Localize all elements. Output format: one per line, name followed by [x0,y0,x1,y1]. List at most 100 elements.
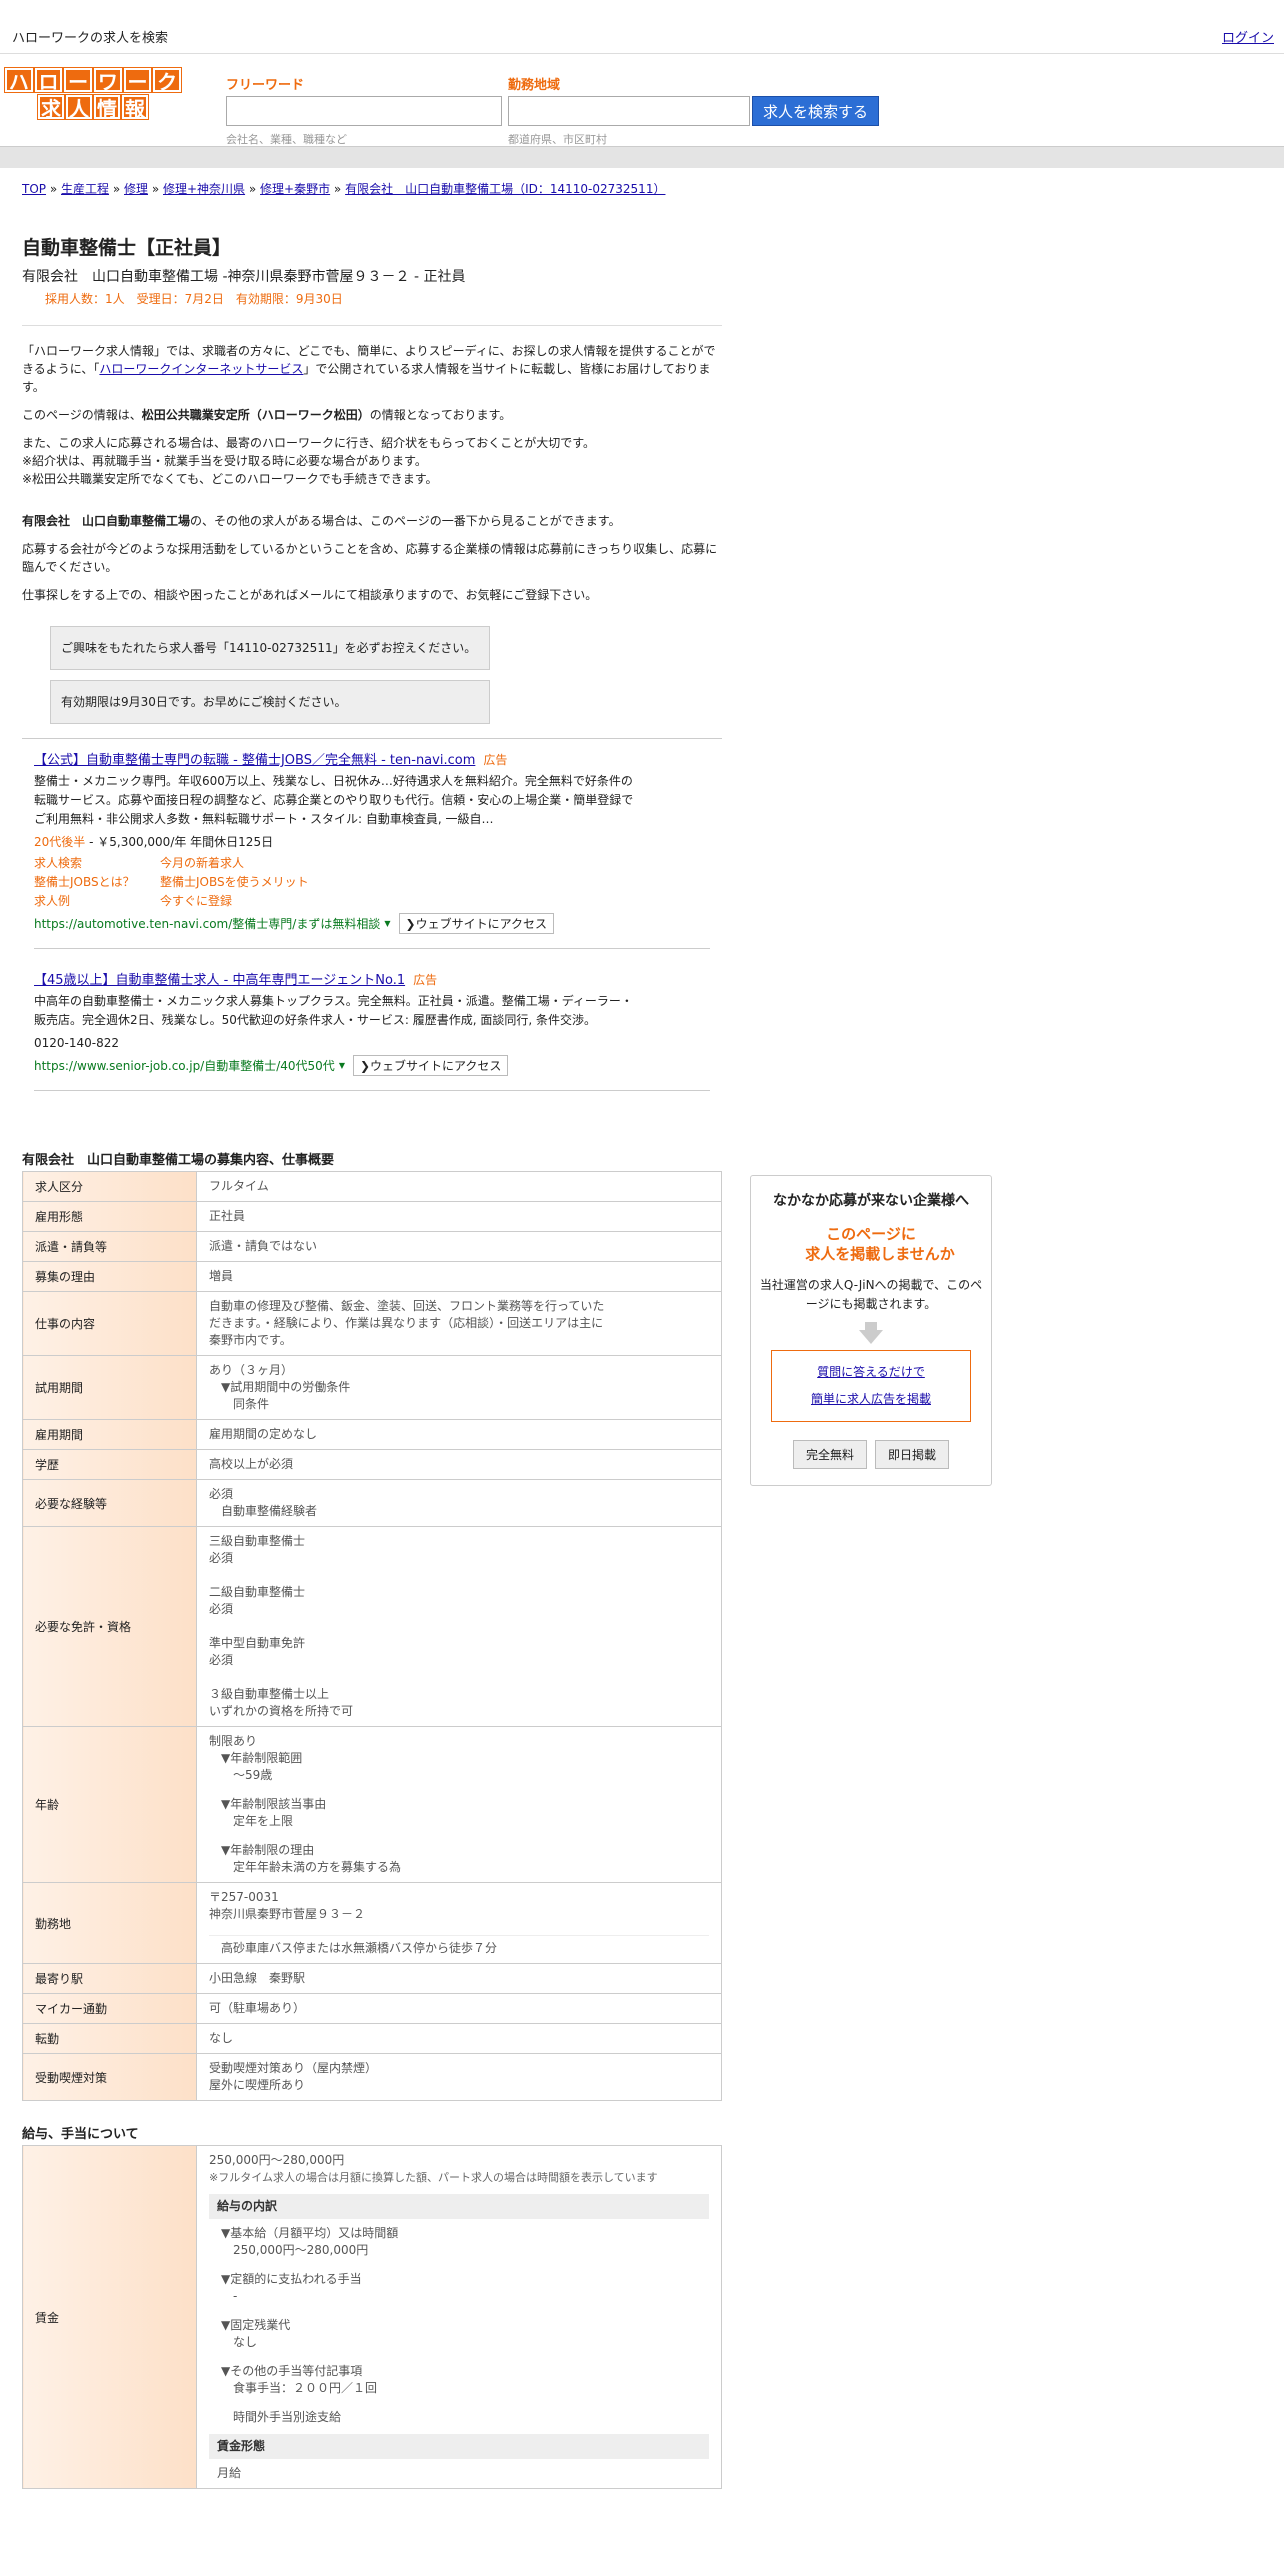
breadcrumb-current[interactable]: 有限会社 山口自動車整備工場（ID：14110-02732511） [345,182,665,196]
hellowork-logo[interactable]: ハローワーク 求人情報 [3,67,183,122]
table-row: 試用期間 あり（３ヶ月） ▼試用期間中の労働条件 同条件 [22,1355,722,1420]
grey-divider-bar [0,146,1284,168]
area-input[interactable] [508,96,750,126]
ad-salary: 20代後半 - ￥5,300,000/年 年間休日125日 [34,835,274,849]
freeword-input[interactable] [226,96,502,126]
freeword-label: フリーワード [226,78,305,93]
table-row: 必要な経験等 必須 自動車整備経験者 [22,1479,722,1527]
breadcrumb-top[interactable]: TOP [22,182,46,196]
breadcrumb: TOP » 生産工程 » 修理 » 修理+神奈川県 » 修理+秦野市 » 有限会… [22,182,666,196]
arrow-down-icon [865,1322,877,1330]
free-badge-button[interactable]: 完全無料 [792,1440,867,1469]
area-field-group: 勤務地域 都道府県、市区町村 [508,74,750,147]
table-row: 最寄り駅 小田急線 秦野駅 [22,1963,722,1994]
table-row: 年齢 制限あり ▼年齢制限範囲 〜59歳 ▼年齢制限該当事由 定年を上限 ▼年齢制限… [22,1726,722,1883]
sitelink-new-jobs[interactable]: 今月の新着求人 [160,854,360,873]
ad-url[interactable]: https://www.senior-job.co.jp/自動車整備士/40代5… [34,1057,335,1074]
sidebar-heading: なかなか応募が来ない企業様へ [773,1193,969,1209]
sidebar-link-box: 質問に答えるだけで 簡単に求人広告を掲載 [771,1350,971,1422]
chevron-right-icon: ❯ [405,917,416,931]
search-header: ハローワーク 求人情報 フリーワード 会社名、業種、職種など 勤務地域 都道府県… [0,54,1284,146]
table-row: 仕事の内容 自動車の修理及び整備、鈑金、塗装、回送、フロント業務等を行っていただき… [22,1291,722,1356]
intro-paragraph-5: 応募する会社が今どのような採用活動をしているかということを含め、応募する企業様の… [22,542,718,574]
ad-badge: 広告 [483,753,508,767]
caret-down-icon[interactable]: ▼ [339,1061,345,1070]
freeword-hint: 会社名、業種、職種など [226,133,347,146]
site-title: ハローワークの求人を検索 [12,31,169,46]
area-label: 勤務地域 [508,78,561,93]
sitelink-register[interactable]: 今すぐに登録 [160,892,360,911]
breadcrumb-prefecture[interactable]: 修理+神奈川県 [163,182,245,196]
sitelink-about[interactable]: 整備士JOBSとは？ [34,873,160,892]
table-row: マイカー通勤 可（駐車場あり） [22,1993,722,2024]
sitelink-examples[interactable]: 求人例 [34,892,160,911]
advertise-sidebar: なかなか応募が来ない企業様へ このページに 求人を掲載しませんか 当社運営の求人Q… [750,1175,992,1486]
search-button[interactable]: 求人を検索する [752,96,879,126]
expiry-notice: 有効期限は9月30日です。お早めにご検討ください。 [50,680,490,724]
ad-item: 【45歳以上】自動車整備士求人 - 中高年専門エージェントNo.1 広告 中高年の… [34,969,710,1091]
salary-section-title: 給与、手当について [22,2127,139,2142]
ad-badge: 広告 [413,973,438,987]
table-row: 雇用形態 正社員 [22,1201,722,1232]
table-row: 派遣・請負等 派遣・請負ではない [22,1231,722,1262]
table-row: 募集の理由 増員 [22,1261,722,1292]
table-row: 学歴 高校以上が必須 [22,1449,722,1480]
table-row: 受動喫煙対策 受動喫煙対策あり（屋内禁煙） 屋外に喫煙所あり [22,2053,722,2101]
area-hint: 都道府県、市区町村 [508,133,607,146]
table-row: 必要な免許・資格 三級自動車整備士 必須 二級自動車整備士 必須 準中型自動車免許必… [22,1526,722,1727]
sitelink-job-search[interactable]: 求人検索 [34,854,160,873]
sitelink-merits[interactable]: 整備士JOBSを使うメリット [160,873,360,892]
salary-form-heading: 賃金形態 [209,2434,709,2459]
ad-url[interactable]: https://automotive.ten-navi.com/整備士専門/まず… [34,915,380,932]
ad-item: 【公式】自動車整備士専門の転職 - 整備士JOBS／完全無料 - ten-nav… [34,749,710,949]
breadcrumb-subcategory[interactable]: 修理 [124,182,148,196]
table-row: 雇用期間 雇用期間の定めなし [22,1419,722,1450]
sidebar-description: 当社運営の求人Q-JiNへの掲載で、このページにも掲載されます。 [759,1278,983,1311]
sidebar-link-post-ad[interactable]: 簡単に求人広告を掲載 [811,1392,931,1406]
sidebar-link-question[interactable]: 質問に答えるだけで [817,1365,925,1379]
table-row: 転勤 なし [22,2023,722,2054]
visit-website-button[interactable]: ❯ウェブサイトにアクセス [352,1055,509,1076]
salary-table: 賃金 250,000円〜280,000円 ※フルタイム求人の場合は月額に換算した… [22,2145,722,2489]
ad-title-link[interactable]: 【公式】自動車整備士専門の転職 - 整備士JOBS／完全無料 - ten-nav… [34,753,475,768]
intro-paragraph-6: 仕事探しをする上での、相談や困ったことがあればメールにて相談承りますので、お気軽… [22,588,598,602]
visit-website-button[interactable]: ❯ウェブサイトにアクセス [398,913,554,934]
login-link[interactable]: ログイン [1222,27,1274,46]
ad-description: 中高年の自動車整備士・メカニック求人募集トップクラス。完全無料。正社員・派遣。整… [34,994,633,1027]
main-content: TOP » 生産工程 » 修理 » 修理+神奈川県 » 修理+秦野市 » 有限会… [22,180,722,2489]
recruit-section-title: 有限会社 山口自動車整備工場の募集内容、仕事概要 [22,1153,335,1168]
breadcrumb-category[interactable]: 生産工程 [61,182,109,196]
ad-url-row: https://www.senior-job.co.jp/自動車整備士/40代5… [34,1055,710,1076]
same-day-badge-button[interactable]: 即日掲載 [875,1440,950,1469]
intro-paragraph-4: 有限会社 山口自動車整備工場の、その他の求人がある場合は、このページの一番下から… [22,514,621,528]
breadcrumb-city[interactable]: 修理+秦野市 [260,182,330,196]
job-title: 自動車整備士【正社員】 [22,237,232,259]
intro-paragraph-2: このページの情報は、松田公共職業安定所（ハローワーク松田）の情報となっております… [22,408,512,422]
ad-description: 整備士・メカニック専門。年収600万以上、残業なし、日祝休み…好待遇求人を無料紹… [34,774,634,826]
ad-section: 【公式】自動車整備士専門の転職 - 整備士JOBS／完全無料 - ten-nav… [22,738,722,1091]
logo-row-2: 求人情報 [5,94,181,121]
company-line: 有限会社 山口自動車整備工場 -神奈川県秦野市菅屋９３－２ - 正社員 [22,269,466,285]
logo-row-1: ハローワーク [3,67,183,94]
sidebar-buttons: 完全無料 即日掲載 [759,1440,983,1469]
table-row: 賃金 250,000円〜280,000円 ※フルタイム求人の場合は月額に換算した… [22,2145,722,2489]
hellowork-internet-service-link[interactable]: ハローワークインターネットサービス [99,362,303,376]
top-bar: ハローワークの求人を検索 ログイン [0,0,1284,54]
table-row: 勤務地 〒257-0031 神奈川県秦野市菅屋９３－２ 高砂車庫バス停または水無瀬橋バ… [22,1882,722,1964]
chevron-right-icon: ❯ [359,1059,371,1073]
arrow-down-icon-head [859,1330,883,1344]
intro-paragraph-1: 「ハローワーク求人情報」では、求職者の方々に、どこでも、簡単に、よりスピーディに… [22,344,716,394]
freeword-field-group: フリーワード 会社名、業種、職種など [226,74,502,147]
intro-paragraph-3: また、この求人に応募される場合は、最寄のハローワークに行き、紹介状をもらっておく… [22,436,596,486]
salary-breakdown-heading: 給与の内訳 [209,2194,709,2219]
ad-title-link[interactable]: 【45歳以上】自動車整備士求人 - 中高年専門エージェントNo.1 [34,973,405,988]
job-number-notice: ご興味をもたれたら求人番号「14110-02732511」を必ずお控えください。 [50,626,490,670]
ad-url-row: https://automotive.ten-navi.com/整備士専門/まず… [34,913,710,934]
divider [22,325,722,326]
ad-phone[interactable]: 0120-140-822 [34,1034,644,1053]
recruit-table: 求人区分 フルタイム 雇用形態 正社員 派遣・請負等 派遣・請負ではない 募集の理由増… [22,1171,722,2101]
ad-sitelinks: 求人検索 今月の新着求人 整備士JOBSとは？ 整備士JOBSを使うメリット 求… [34,854,710,911]
job-meta: 採用人数：1人 受理日：7月2日 有効期限：9月30日 [45,292,343,306]
caret-down-icon[interactable]: ▼ [384,919,390,928]
sidebar-catchcopy: このページに 求人を掲載しませんか [805,1225,955,1263]
